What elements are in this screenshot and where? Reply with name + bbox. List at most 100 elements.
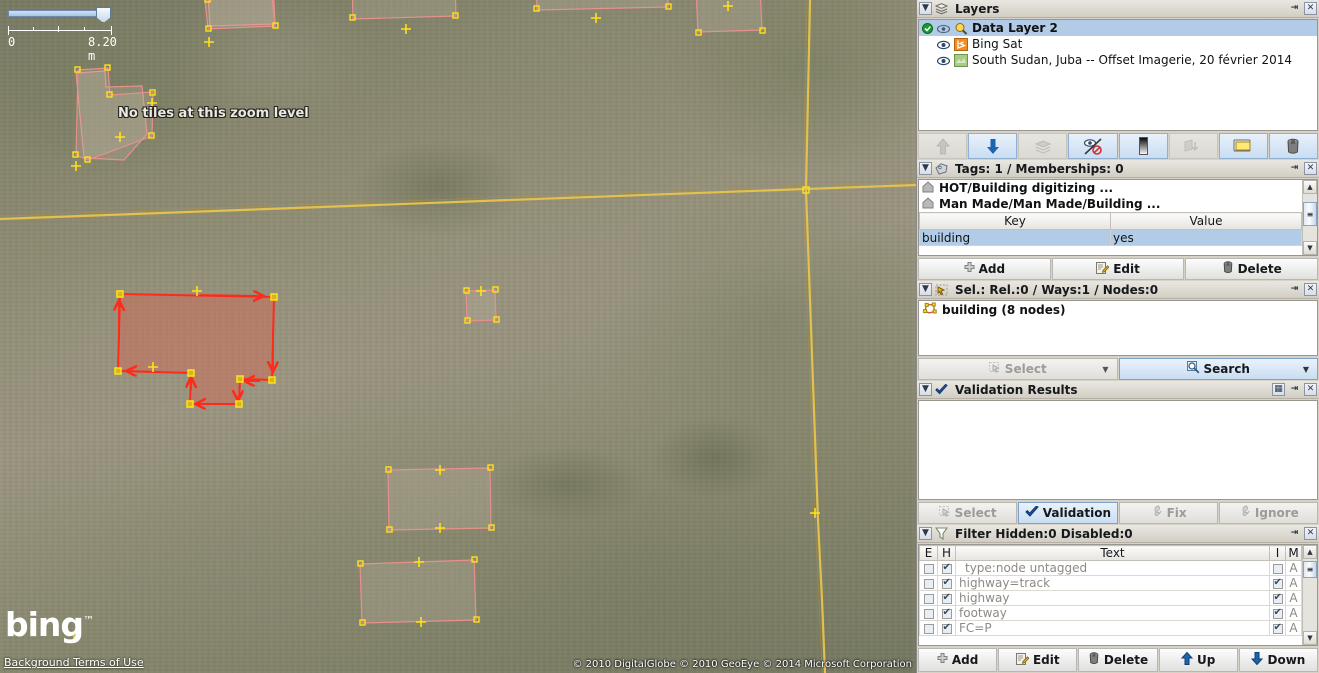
table-row[interactable]: highway A [920, 591, 1302, 606]
filter-text-cell[interactable]: footway [956, 606, 1270, 621]
layer-active-icon[interactable] [922, 23, 933, 34]
checkbox[interactable] [1273, 609, 1283, 619]
filter-inverted-cell[interactable] [1270, 621, 1286, 636]
table-row[interactable]: type:node untagged A [920, 561, 1302, 576]
merge-layer-button[interactable] [1018, 133, 1067, 159]
checkbox[interactable] [1273, 624, 1283, 634]
filter-hidden-cell[interactable] [938, 606, 956, 621]
checkbox[interactable] [942, 609, 952, 619]
layer-properties-button[interactable] [1219, 133, 1268, 159]
table-row[interactable]: highway=track A [920, 576, 1302, 591]
tags-table[interactable]: Key Value building yes [919, 212, 1302, 246]
tags-panel-titlebar[interactable]: ▼ Tags: 1 / Memberships: 0 ⇥ ✕ [917, 160, 1319, 178]
scroll-up-icon[interactable]: ▲ [1303, 545, 1317, 559]
toggle-visibility-button[interactable] [1068, 133, 1117, 159]
dock-icon[interactable]: ⇥ [1288, 383, 1301, 396]
add-tag-button[interactable]: Add [918, 258, 1051, 280]
search-button[interactable]: Search ▼ [1119, 358, 1319, 380]
filter-inverted-cell[interactable] [1270, 576, 1286, 591]
scroll-down-icon[interactable]: ▼ [1303, 631, 1317, 645]
dock-icon[interactable]: ⇥ [1288, 283, 1301, 296]
layer-visibility-icon[interactable] [937, 23, 950, 34]
filter-hidden-cell[interactable] [938, 576, 956, 591]
filter-edit-button[interactable]: Edit [998, 648, 1077, 672]
filter-scrollbar[interactable]: ▲ ≡ ▼ [1302, 545, 1317, 645]
checkbox[interactable] [924, 564, 934, 574]
filter-panel-titlebar[interactable]: ▼ Filter Hidden:0 Disabled:0 ⇥ ✕ [917, 525, 1319, 543]
filter-table-wrap[interactable]: E H Text I M type:node untagged [918, 544, 1318, 646]
checkbox[interactable] [942, 594, 952, 604]
collapse-icon[interactable]: ▼ [919, 162, 932, 175]
filter-text-cell[interactable]: FC=P [956, 621, 1270, 636]
preset-row[interactable]: HOT/Building digitizing ... [919, 180, 1302, 196]
scroll-track[interactable]: ≡ [1303, 194, 1317, 241]
table-row[interactable]: FC=P A [920, 621, 1302, 636]
close-icon[interactable]: ✕ [1304, 283, 1317, 296]
layer-row[interactable]: Bing Sat [919, 36, 1317, 52]
edit-tag-button[interactable]: Edit [1052, 258, 1185, 280]
duplicate-layer-button[interactable] [1169, 133, 1218, 159]
filter-column-text[interactable]: Text [956, 546, 1270, 561]
filter-inverted-cell[interactable] [1270, 561, 1286, 576]
close-icon[interactable]: ✕ [1304, 162, 1317, 175]
move-layer-down-button[interactable] [968, 133, 1017, 159]
map-canvas[interactable]: 0 8.20 m No tiles at this zoom level bin… [0, 0, 916, 673]
filter-inverted-cell[interactable] [1270, 606, 1286, 621]
checkbox[interactable] [942, 564, 952, 574]
validation-results-list[interactable] [918, 400, 1318, 500]
filter-enabled-cell[interactable] [920, 606, 938, 621]
scroll-thumb[interactable]: ≡ [1303, 202, 1317, 226]
layer-row[interactable]: Data Layer 2 [919, 20, 1317, 36]
tag-column-key[interactable]: Key [920, 213, 1111, 230]
filter-enabled-cell[interactable] [920, 561, 938, 576]
filter-add-button[interactable]: Add [918, 648, 997, 672]
chevron-down-icon[interactable]: ▼ [1303, 365, 1309, 374]
checkbox[interactable] [924, 594, 934, 604]
validation-run-button[interactable]: Validation [1018, 502, 1117, 524]
delete-tag-button[interactable]: Delete [1185, 258, 1318, 280]
scroll-up-icon[interactable]: ▲ [1303, 180, 1317, 194]
zoom-slider-track[interactable] [8, 10, 108, 17]
dock-icon[interactable]: ⇥ [1288, 2, 1301, 15]
checkbox[interactable] [924, 624, 934, 634]
filter-inverted-cell[interactable] [1270, 591, 1286, 606]
tag-column-value[interactable]: Value [1111, 213, 1302, 230]
layer-visibility-icon[interactable] [937, 55, 950, 66]
dock-icon[interactable]: ⇥ [1288, 162, 1301, 175]
filter-column-h[interactable]: H [938, 546, 956, 561]
filter-column-m[interactable]: M [1286, 546, 1302, 561]
filter-mode-cell[interactable]: A [1286, 606, 1302, 621]
filter-mode-cell[interactable]: A [1286, 576, 1302, 591]
scroll-track[interactable]: ≡ [1303, 559, 1317, 631]
table-row[interactable]: building yes [920, 230, 1302, 246]
filter-enabled-cell[interactable] [920, 591, 938, 606]
checkbox[interactable] [1273, 594, 1283, 604]
filter-text-cell[interactable]: highway=track [956, 576, 1270, 591]
select-button[interactable]: Select ▼ [918, 358, 1118, 380]
tag-value-cell[interactable]: yes [1111, 230, 1302, 246]
filter-column-e[interactable]: E [920, 546, 938, 561]
filter-up-button[interactable]: Up [1159, 648, 1238, 672]
validation-ignore-button[interactable]: Ignore [1219, 502, 1318, 524]
filter-mode-cell[interactable]: A [1286, 591, 1302, 606]
list-item[interactable]: building (8 nodes) [919, 301, 1317, 318]
checkbox[interactable] [924, 609, 934, 619]
tags-scrollbar[interactable]: ▲ ≡ ▼ [1302, 180, 1317, 255]
filter-down-button[interactable]: Down [1239, 648, 1318, 672]
dock-icon[interactable]: ⇥ [1288, 527, 1301, 540]
collapse-icon[interactable]: ▼ [919, 527, 932, 540]
background-terms-link[interactable]: Background Terms of Use [4, 656, 144, 669]
collapse-icon[interactable]: ▼ [919, 2, 932, 15]
validation-fix-button[interactable]: Fix [1119, 502, 1218, 524]
layer-row[interactable]: South Sudan, Juba -- Offset Imagerie, 20… [919, 52, 1317, 68]
table-row[interactable]: footway A [920, 606, 1302, 621]
checkbox[interactable] [1273, 564, 1283, 574]
collapse-icon[interactable]: ▼ [919, 283, 932, 296]
validation-select-button[interactable]: Select [918, 502, 1017, 524]
collapse-icon[interactable]: ▼ [919, 383, 932, 396]
layers-panel-titlebar[interactable]: ▼ Layers ⇥ ✕ [917, 0, 1319, 18]
tag-key-cell[interactable]: building [920, 230, 1111, 246]
filter-column-i[interactable]: I [1270, 546, 1286, 561]
grid-icon[interactable]: ▦ [1272, 383, 1285, 396]
scroll-down-icon[interactable]: ▼ [1303, 241, 1317, 255]
